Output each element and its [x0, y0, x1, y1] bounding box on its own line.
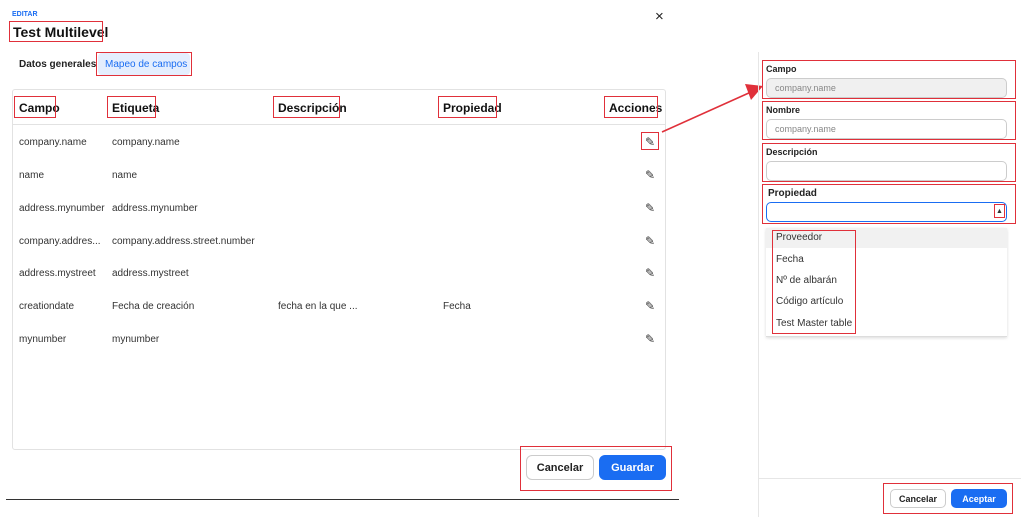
pencil-icon[interactable]: ✎: [643, 266, 657, 280]
pencil-icon[interactable]: ✎: [643, 201, 657, 215]
close-icon[interactable]: ×: [655, 8, 664, 25]
tab-datos-generales[interactable]: Datos generales: [19, 59, 96, 70]
cell-campo: company.name: [19, 137, 87, 148]
cell-etiqueta: mynumber: [112, 334, 160, 345]
annotation-box: [96, 52, 192, 76]
annotation-box: [883, 483, 1013, 514]
annotation-box: [604, 96, 658, 118]
cell-descripcion: fecha en la que ...: [278, 301, 358, 312]
annotation-box: [438, 96, 497, 118]
cell-campo: name: [19, 170, 45, 181]
pencil-icon[interactable]: ✎: [643, 234, 657, 248]
cell-etiqueta: company.name: [112, 137, 180, 148]
fields-table: [12, 89, 666, 450]
cell-campo: address.mystreet: [19, 268, 96, 279]
annotation-box: [107, 96, 156, 118]
annotation-arrow: [661, 84, 763, 133]
cell-etiqueta: company.address.street.number: [112, 236, 255, 247]
table-divider: [12, 124, 666, 125]
cell-etiqueta: address.mystreet: [112, 268, 189, 279]
annotation-box: [9, 21, 103, 42]
annotation-box: [762, 60, 1016, 99]
cell-campo: mynumber: [19, 334, 67, 345]
annotation-box: [762, 143, 1016, 182]
side-panel-divider: [758, 478, 1021, 479]
annotation-box: [14, 96, 56, 118]
annotation-box: [772, 230, 856, 334]
pencil-icon[interactable]: ✎: [643, 299, 657, 313]
dialog-bottom-border: [6, 499, 679, 500]
cell-propiedad: Fecha: [443, 301, 471, 312]
annotation-box: [273, 96, 340, 118]
pencil-icon[interactable]: ✎: [643, 168, 657, 182]
cell-campo: creationdate: [19, 301, 75, 312]
annotation-box: [762, 184, 1016, 224]
cell-etiqueta: Fecha de creación: [112, 301, 195, 312]
cell-etiqueta: address.mynumber: [112, 203, 198, 214]
cell-campo: address.mynumber: [19, 203, 105, 214]
annotation-box: [520, 446, 672, 491]
breadcrumb: EDITAR: [12, 11, 38, 18]
pencil-icon[interactable]: ✎: [643, 332, 657, 346]
cell-etiqueta: name: [112, 170, 138, 181]
cell-campo: company.addres...: [19, 236, 101, 247]
annotation-box: [762, 101, 1016, 140]
